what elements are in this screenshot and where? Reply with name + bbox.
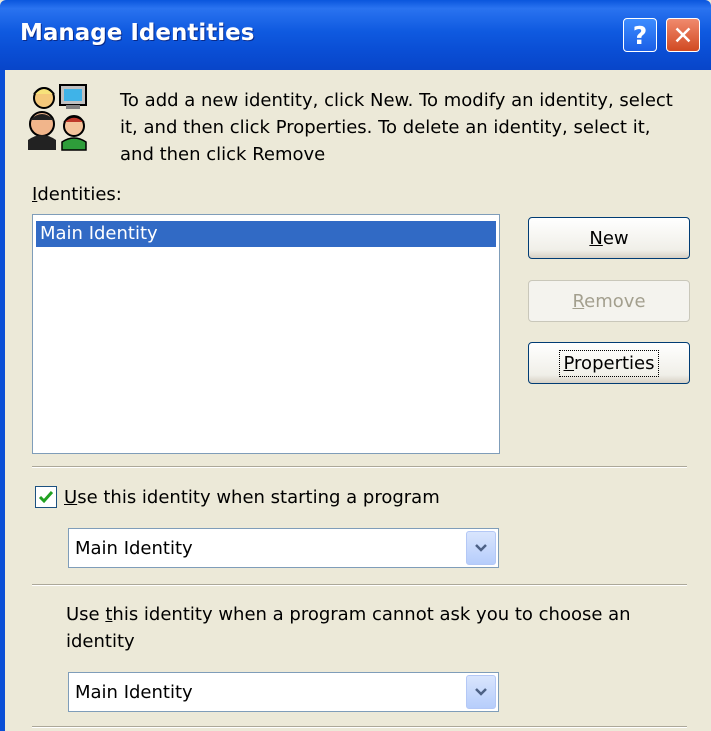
startup-dropdown-button[interactable]: [466, 531, 496, 565]
window-frame: [0, 70, 5, 731]
instructions-text: To add a new identity, click New. To mod…: [120, 90, 673, 165]
help-icon: ?: [632, 20, 648, 50]
default-identity-text: his identity when a program cannot ask y…: [66, 604, 631, 652]
default-identity-pre: Use: [66, 604, 106, 625]
help-button[interactable]: ?: [623, 18, 657, 52]
identities-listbox[interactable]: Main Identity: [32, 214, 500, 454]
startup-identity-text: se this identity when starting a program: [77, 487, 440, 508]
remove-button-label: Remove: [572, 291, 645, 312]
separator: [32, 584, 687, 586]
close-button[interactable]: ✕: [666, 18, 700, 52]
close-icon: ✕: [672, 20, 694, 50]
startup-identity-accel: U: [64, 487, 78, 508]
properties-button[interactable]: Properties: [528, 342, 690, 384]
list-item[interactable]: Main Identity: [36, 221, 496, 247]
checkmark-icon: [38, 491, 54, 504]
default-dropdown-button[interactable]: [466, 675, 496, 709]
new-button-text: ew: [602, 227, 629, 249]
startup-identity-label[interactable]: Use this identity when starting a progra…: [64, 487, 440, 508]
chevron-down-icon: [475, 688, 487, 696]
default-identity-selected: Main Identity: [75, 682, 193, 703]
new-button-label: New: [589, 228, 628, 249]
separator: [32, 726, 687, 728]
manage-identities-dialog: Manage Identities ? ✕ To add a new ident…: [0, 0, 711, 731]
startup-identity-checkbox[interactable]: [35, 486, 57, 508]
properties-button-label: Properties: [558, 349, 660, 377]
window-title: Manage Identities: [20, 20, 255, 46]
chevron-down-icon: [475, 544, 487, 552]
identities-label: Identities:: [32, 184, 122, 205]
startup-identity-selected: Main Identity: [75, 538, 193, 559]
remove-button-accel: R: [572, 290, 585, 312]
title-bar[interactable]: Manage Identities ? ✕: [0, 0, 711, 70]
people-computer-icon: [28, 84, 87, 151]
new-button[interactable]: New: [528, 217, 690, 259]
properties-button-text: roperties: [574, 352, 655, 374]
startup-identity-dropdown[interactable]: Main Identity: [68, 528, 499, 568]
default-identity-label: Use this identity when a program cannot …: [66, 601, 686, 655]
remove-button-text: emove: [584, 290, 646, 312]
remove-button[interactable]: Remove: [528, 280, 690, 322]
properties-button-accel: P: [563, 352, 575, 374]
identities-label-text: dentities:: [37, 184, 122, 205]
separator: [32, 466, 687, 468]
new-button-accel: N: [589, 227, 603, 249]
default-identity-dropdown[interactable]: Main Identity: [68, 672, 499, 712]
